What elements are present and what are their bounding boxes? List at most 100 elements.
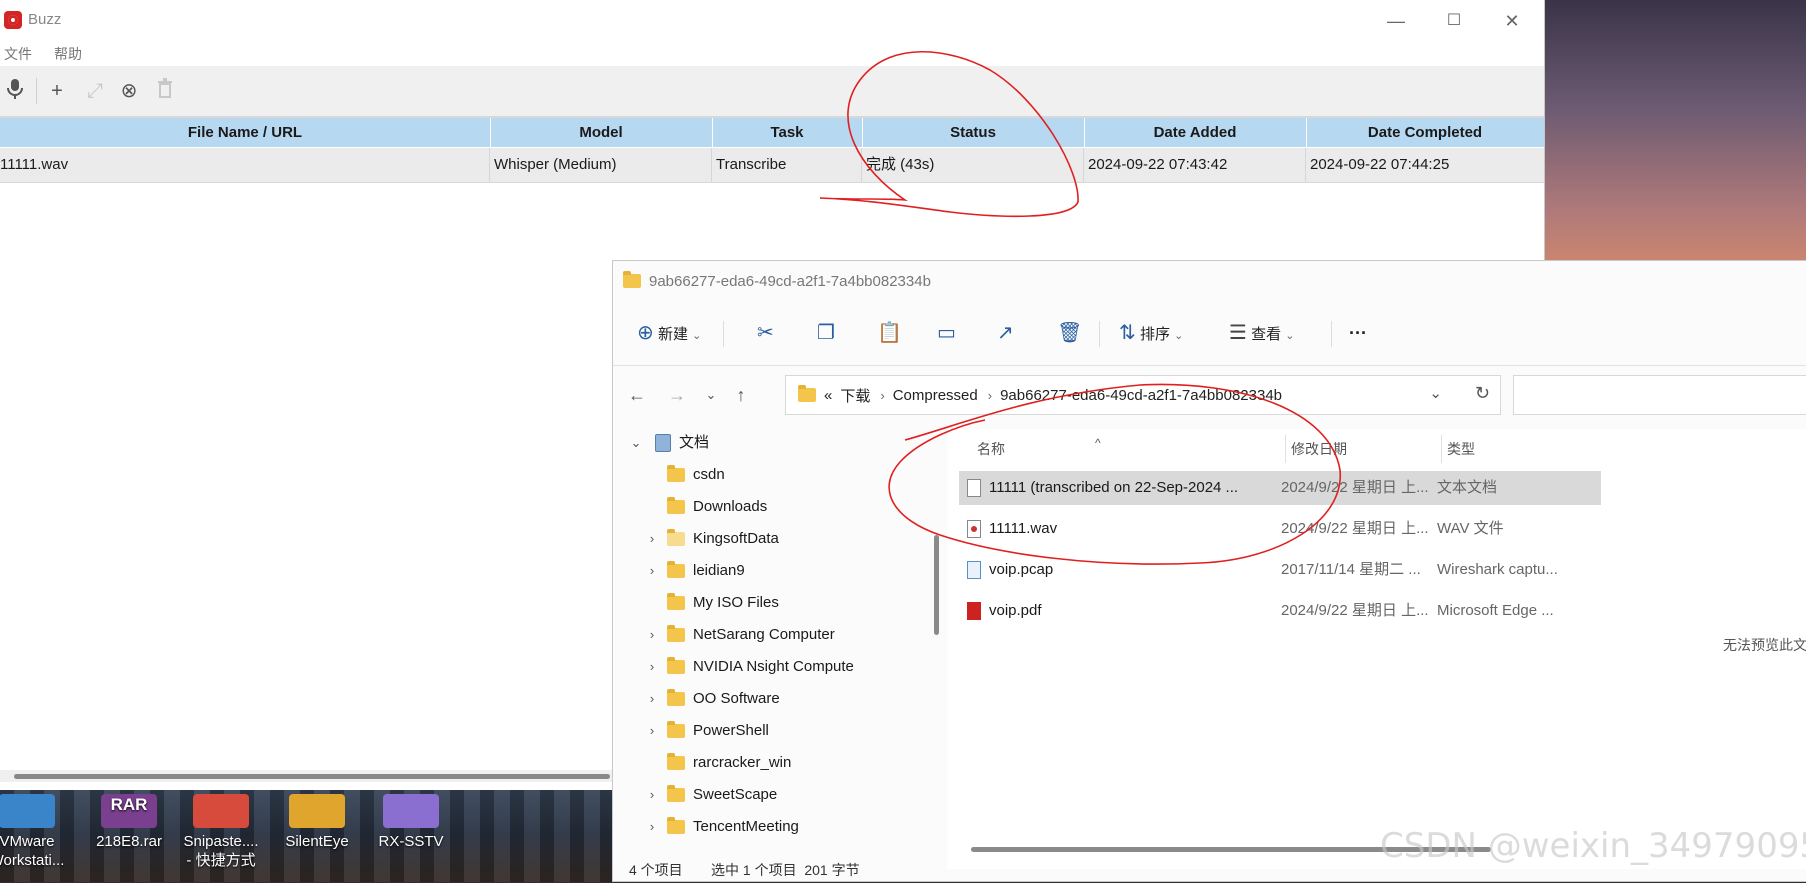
tree-item[interactable]: › NetSarang Computer — [629, 621, 835, 649]
file-row[interactable]: 11111.wav 2024/9/22 星期日 上... WAV 文件 — [959, 512, 1601, 546]
sort-icon: ⇅ — [1119, 322, 1136, 344]
share-button[interactable]: ↗ — [997, 317, 1014, 349]
navigation-scrollbar[interactable] — [931, 429, 943, 849]
buzz-logo-icon — [4, 11, 22, 29]
chevron-down-icon[interactable]: ⌄ — [1429, 384, 1442, 402]
up-button[interactable]: ↑ — [729, 383, 753, 407]
desktop-icon-rx-sstv[interactable]: RX-SSTV — [366, 794, 456, 851]
desktop-icon-rar[interactable]: RAR 218E8.rar — [84, 794, 174, 851]
tree-item-documents[interactable]: ⌄ 文档 — [629, 429, 709, 457]
column-header-date[interactable]: 修改日期 — [1291, 435, 1347, 463]
tree-item[interactable]: › PowerShell — [629, 717, 769, 745]
more-options-button[interactable]: ··· — [1349, 317, 1367, 349]
file-name: voip.pcap — [989, 561, 1054, 578]
column-header-status[interactable]: Status — [862, 118, 1085, 147]
tree-item[interactable]: rarcracker_win — [629, 749, 791, 777]
chevron-right-icon[interactable]: › — [645, 813, 659, 841]
horizontal-scrollbar[interactable] — [0, 770, 612, 782]
tree-item[interactable]: › OO Software — [629, 685, 780, 713]
breadcrumb-overflow[interactable]: « — [824, 387, 832, 404]
file-type: Microsoft Edge ... — [1437, 602, 1554, 619]
cut-button[interactable]: ✂ — [757, 317, 774, 349]
silenteye-icon — [289, 794, 345, 828]
column-divider[interactable] — [1441, 435, 1442, 463]
buzz-titlebar[interactable]: Buzz — ☐ ✕ — [0, 0, 1544, 42]
column-header-name[interactable]: 名称 — [977, 435, 1005, 463]
new-transcription-button[interactable]: + — [44, 78, 70, 104]
back-button[interactable]: ← — [625, 383, 649, 407]
chevron-right-icon[interactable]: › — [645, 717, 659, 745]
desktop-icon-snipaste[interactable]: Snipaste.... - 快捷方式 — [176, 794, 266, 870]
breadcrumb-compressed[interactable]: Compressed — [893, 387, 978, 404]
delete-button[interactable] — [152, 78, 178, 104]
scrollbar-thumb[interactable] — [14, 774, 610, 779]
column-header-date-added[interactable]: Date Added — [1084, 118, 1307, 147]
delete-button[interactable]: 🗑 — [1057, 317, 1082, 349]
file-row[interactable]: voip.pcap 2017/11/14 星期二 ... Wireshark cap… — [959, 553, 1601, 587]
chevron-right-icon[interactable]: › — [645, 557, 659, 585]
tree-item[interactable]: › SweetScape — [629, 781, 777, 809]
tree-item[interactable]: › KingsoftData — [629, 525, 779, 553]
rename-button[interactable]: ▭ — [937, 317, 956, 349]
column-header-file[interactable]: File Name / URL — [0, 118, 491, 147]
copy-icon: ❐ — [817, 322, 835, 344]
tree-item[interactable]: › TencentMeeting — [629, 813, 799, 841]
record-button[interactable] — [2, 78, 28, 104]
open-transcript-button[interactable]: ⤢ — [82, 78, 108, 104]
new-button[interactable]: ⊕ 新建 ⌄ — [637, 317, 701, 349]
view-list-icon: ☰ — [1229, 322, 1247, 344]
view-button[interactable]: ☰ 查看 ⌄ — [1229, 317, 1295, 349]
folder-icon — [667, 561, 685, 578]
desktop-icon-label: - 快捷方式 — [186, 852, 256, 869]
chevron-right-icon[interactable]: › — [645, 781, 659, 809]
arrow-right-icon: → — [668, 385, 686, 405]
column-header-task[interactable]: Task — [712, 118, 863, 147]
paste-button[interactable]: 📋 — [877, 317, 902, 349]
chevron-right-icon[interactable]: › — [988, 388, 992, 403]
search-input[interactable] — [1513, 375, 1806, 415]
tree-item-label: TencentMeeting — [693, 818, 799, 835]
maximize-button[interactable]: ☐ — [1434, 8, 1474, 34]
folder-icon — [667, 529, 685, 546]
minimize-button[interactable]: — — [1376, 8, 1416, 34]
column-header-type[interactable]: 类型 — [1447, 435, 1475, 463]
column-header-model[interactable]: Model — [490, 118, 713, 147]
tree-item[interactable]: csdn — [629, 461, 725, 489]
breadcrumb-current-folder[interactable]: 9ab66277-eda6-49cd-a2f1-7a4bb082334b — [1000, 387, 1282, 404]
recent-locations-button[interactable]: ⌄ — [699, 383, 723, 407]
explorer-titlebar[interactable]: 9ab66277-eda6-49cd-a2f1-7a4bb082334b — [623, 269, 931, 293]
breadcrumb-downloads[interactable]: 下载 — [840, 385, 870, 406]
chevron-right-icon[interactable]: › — [645, 621, 659, 649]
desktop-icon-vmware[interactable]: VMware Workstati... — [0, 794, 72, 870]
file-row[interactable]: voip.pdf 2024/9/22 星期日 上... Microsoft Edge… — [959, 594, 1601, 628]
tree-item[interactable]: › NVIDIA Nsight Compute — [629, 653, 854, 681]
close-button[interactable]: ✕ — [1492, 8, 1532, 34]
selection-info: 选中 1 个项目 201 字节 — [711, 862, 860, 878]
menu-file[interactable]: 文件 — [4, 44, 32, 64]
desktop-icon-label: SilentEye — [285, 833, 349, 850]
copy-button[interactable]: ❐ — [817, 317, 835, 349]
desktop-icon-silenteye[interactable]: SilentEye — [272, 794, 362, 851]
chevron-right-icon[interactable]: › — [880, 388, 884, 403]
file-row[interactable]: 11111 (transcribed on 22-Sep-2024 ... 202… — [959, 471, 1601, 505]
sort-button[interactable]: ⇅ 排序 ⌄ — [1119, 317, 1183, 349]
chevron-right-icon[interactable]: › — [645, 685, 659, 713]
menu-help[interactable]: 帮助 — [54, 44, 82, 64]
tree-item[interactable]: › leidian9 — [629, 557, 745, 585]
tree-item-label: SweetScape — [693, 786, 778, 803]
tree-item[interactable]: My ISO Files — [629, 589, 779, 617]
address-bar[interactable]: « 下载 › Compressed › 9ab66277-eda6-49cd-a… — [785, 375, 1501, 415]
chevron-right-icon[interactable]: › — [645, 525, 659, 553]
column-header-date-completed[interactable]: Date Completed — [1306, 118, 1544, 147]
chevron-right-icon[interactable]: › — [645, 653, 659, 681]
column-divider[interactable] — [1285, 435, 1286, 463]
cancel-transcription-button[interactable]: ⊗ — [116, 78, 142, 104]
forward-button[interactable]: → — [665, 383, 689, 407]
tree-item[interactable]: Downloads — [629, 493, 767, 521]
share-icon: ↗ — [997, 322, 1014, 344]
refresh-icon[interactable]: ↻ — [1475, 383, 1490, 404]
table-row[interactable]: 11111.wav Whisper (Medium) Transcribe 完成… — [0, 148, 1544, 183]
chevron-down-icon[interactable]: ⌄ — [629, 429, 643, 457]
scrollbar-thumb[interactable] — [934, 535, 939, 635]
tree-item-label: My ISO Files — [693, 594, 779, 611]
